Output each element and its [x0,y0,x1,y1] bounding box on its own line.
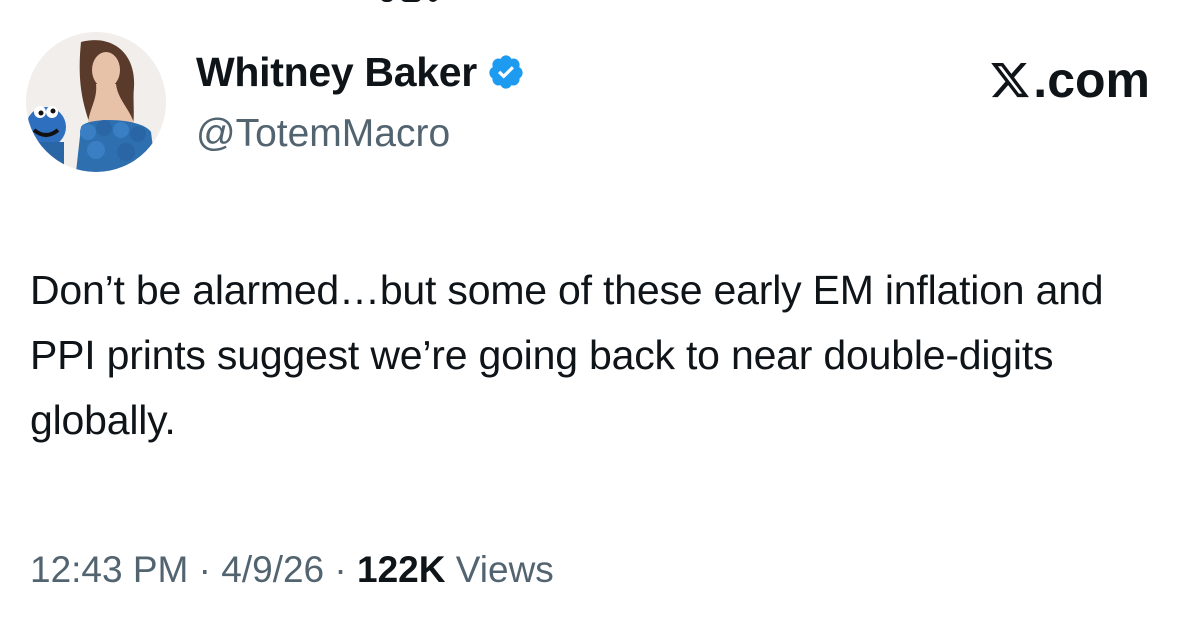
x-logo-icon [991,62,1030,98]
views-count: 122K [357,549,446,590]
brand-label: .com [1033,52,1150,108]
meta-separator: · [198,549,211,590]
verified-badge-icon [489,55,523,89]
avatar[interactable] [26,32,166,172]
tweet-meta: 12:43 PM · 4/9/26 · 122K Views [30,546,554,594]
display-name[interactable]: Whitney Baker [196,48,477,96]
tweet-time[interactable]: 12:43 PM [30,549,188,590]
avatar-image [26,32,166,172]
tweet-card: Whitney Baker @TotemMacro .com Don’t be … [0,0,1200,621]
cropped-text-fragment [380,0,620,4]
tweet-text: Don’t be alarmed…but some of these early… [30,267,1104,443]
tweet-date[interactable]: 4/9/26 [221,549,324,590]
brand-watermark: .com [989,50,1150,110]
views-label: Views [455,549,554,590]
meta-separator: · [334,549,347,590]
author-handle[interactable]: @TotemMacro [196,110,450,158]
author-name-row: Whitney Baker [196,48,525,96]
